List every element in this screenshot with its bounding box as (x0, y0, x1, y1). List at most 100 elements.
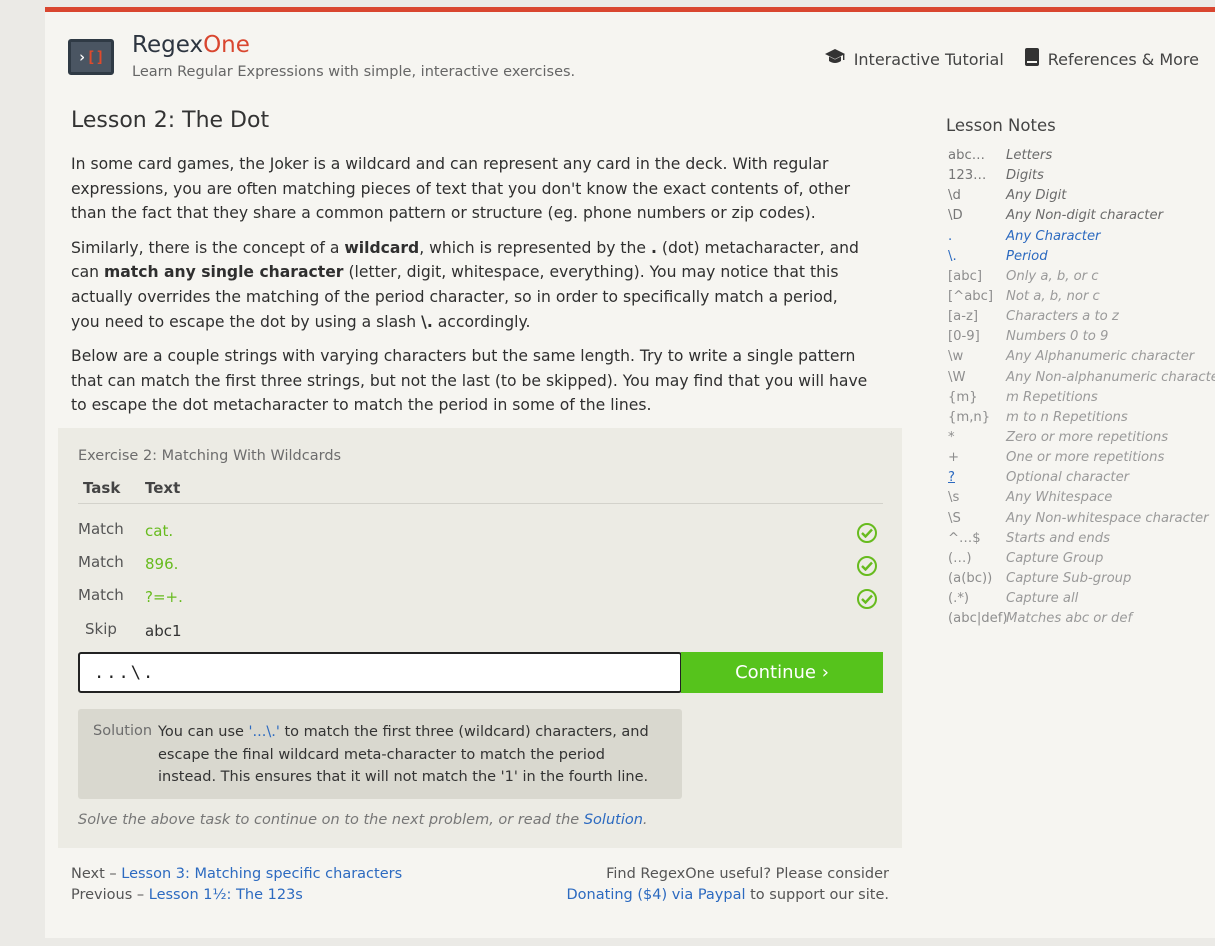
note-desc: Capture Sub-group (1006, 570, 1132, 586)
lesson-note-item: * Zero or more repetitions (948, 430, 1215, 450)
lesson-note-item: \W Any Non-alphanumeric character (948, 370, 1215, 390)
note-key-text: + (948, 450, 960, 466)
note-key-text: [a-z] (948, 309, 979, 325)
note-desc: Any Digit (1006, 188, 1067, 204)
note-key-text: . (948, 228, 953, 244)
continue-button[interactable]: Continue › (681, 652, 883, 693)
note-key-text: \w (948, 349, 964, 365)
note-desc: Characters a to z (1006, 309, 1119, 325)
lesson-note-item: (a(bc)) Capture Sub-group (948, 571, 1215, 591)
note-desc: Not a, b, nor c (1006, 288, 1100, 304)
note-key: {m} (948, 390, 1006, 410)
row-text: cat. (145, 522, 174, 540)
note-desc: Any Non-whitespace character (1006, 510, 1209, 526)
note-key: (a(bc)) (948, 571, 1006, 591)
note-key: * (948, 430, 1006, 450)
note-desc: Any Alphanumeric character (1006, 349, 1195, 365)
note-desc: Starts and ends (1006, 530, 1110, 546)
col-text: Text (145, 479, 181, 497)
note-key-text: {m} (948, 389, 978, 405)
solution-code: '...\.' (248, 724, 280, 740)
next-prefix: Next – (71, 866, 122, 882)
nav-references[interactable]: References & More (1024, 47, 1199, 71)
logo[interactable]: ›[] (68, 39, 114, 75)
lesson-note-item[interactable]: ? Optional character (948, 470, 1215, 490)
nav-interactive-tutorial-label: Interactive Tutorial (853, 49, 1004, 69)
donate-link[interactable]: Donating ($4) via Paypal (567, 887, 746, 903)
p2-bold-wildcard: wildcard (344, 238, 420, 257)
nav-references-label: References & More (1047, 49, 1199, 69)
lesson-note-item: (abc|def) Matches abc or def (948, 611, 1215, 631)
exercise-table-header: Task Text (78, 477, 883, 504)
p2-part: , which is represented by the (419, 238, 651, 257)
note-key: \S (948, 511, 1006, 531)
row-task: Skip (85, 620, 117, 638)
nav-interactive-tutorial[interactable]: Interactive Tutorial (824, 47, 1004, 71)
note-key: {m,n} (948, 410, 1006, 430)
note-key: [^abc] (948, 289, 1006, 309)
lesson-note-item: [a-z] Characters a to z (948, 309, 1215, 329)
lesson-note-item: \w Any Alphanumeric character (948, 349, 1215, 369)
brand-main: Regex (132, 32, 204, 58)
next-lesson-link[interactable]: Lesson 3: Matching specific characters (121, 866, 402, 882)
tagline: Learn Regular Expressions with simple, i… (132, 64, 576, 80)
exercise-title: Exercise 2: Matching With Wildcards (78, 448, 342, 464)
note-desc: Matches abc or def (1006, 611, 1133, 627)
lesson-navigation: Next – Lesson 3: Matching specific chara… (71, 864, 402, 906)
note-key-text: ^…$ (948, 530, 981, 546)
row-text: abc1 (145, 622, 182, 640)
donate-line: Donating ($4) via Paypal to support our … (567, 885, 889, 906)
regex-input[interactable] (78, 652, 682, 693)
note-key-text: (.*) (948, 591, 970, 607)
book-icon (1024, 47, 1040, 71)
lesson-note-item: [^abc] Not a, b, nor c (948, 289, 1215, 309)
note-key-text: \. (948, 248, 957, 264)
solution-label: Solution (93, 723, 153, 739)
note-desc: Any Character (1006, 228, 1101, 244)
table-row: Match cat. (78, 514, 883, 544)
note-key-text: \S (948, 510, 961, 526)
graduation-cap-icon (824, 48, 846, 70)
donate-suffix: to support our site. (745, 887, 889, 903)
note-key: (abc|def) (948, 611, 1008, 631)
note-desc: Capture Group (1006, 550, 1104, 566)
exercise-panel: Exercise 2: Matching With Wildcards Task… (58, 428, 902, 848)
note-key-text: \d (948, 188, 961, 204)
note-key: \D (948, 208, 1006, 228)
lesson-note-item: (.*) Capture all (948, 591, 1215, 611)
lesson-notes-list: abc… Letters 123… Digits \d Any Digit \D Any No… (948, 148, 1215, 631)
lesson-paragraph-3: Below are a couple strings with varying … (71, 347, 868, 415)
lesson-note-item: (…) Capture Group (948, 551, 1215, 571)
note-key-text: ? (948, 470, 955, 486)
lesson-note-item: [abc] Only a, b, or c (948, 269, 1215, 289)
prev-lesson-link[interactable]: Lesson 1½: The 123s (149, 887, 303, 903)
solution-box: Solution You can use '...\.' to match th… (78, 709, 682, 799)
lesson-note-item: + One or more repetitions (948, 450, 1215, 470)
note-key: 123… (948, 168, 1006, 188)
note-desc: Any Non-alphanumeric character (1006, 369, 1215, 385)
note-key-text: 123… (948, 168, 987, 184)
row-task: Match (78, 586, 124, 604)
hint-part: . (642, 812, 648, 828)
note-key-text: \D (948, 208, 963, 224)
lesson-note-item: . Any Character (948, 229, 1215, 249)
note-key-text: \s (948, 490, 960, 506)
table-row: Skip abc1 (78, 614, 883, 644)
lesson-note-item: {m} m Repetitions (948, 390, 1215, 410)
note-desc: Only a, b, or c (1006, 268, 1099, 284)
solution-link[interactable]: Solution (584, 812, 643, 828)
top-nav: Interactive Tutorial References & More (824, 47, 1199, 71)
note-key: \w (948, 349, 1006, 369)
brand-name[interactable]: RegexOne (132, 32, 250, 58)
donate-note: Find RegexOne useful? Please consider Do… (567, 864, 889, 906)
page: ›[] RegexOne Learn Regular Expressions w… (45, 7, 1215, 938)
note-key-text: (a(bc)) (948, 570, 993, 586)
note-desc: m to n Repetitions (1006, 409, 1128, 425)
lesson-note-item: \S Any Non-whitespace character (948, 511, 1215, 531)
logo-chevron: › (77, 48, 87, 66)
note-desc: Letters (1006, 148, 1053, 163)
note-key-text: \W (948, 369, 966, 385)
note-desc: m Repetitions (1006, 389, 1098, 405)
next-lesson-line: Next – Lesson 3: Matching specific chara… (71, 864, 402, 885)
note-desc: Zero or more repetitions (1006, 429, 1169, 445)
